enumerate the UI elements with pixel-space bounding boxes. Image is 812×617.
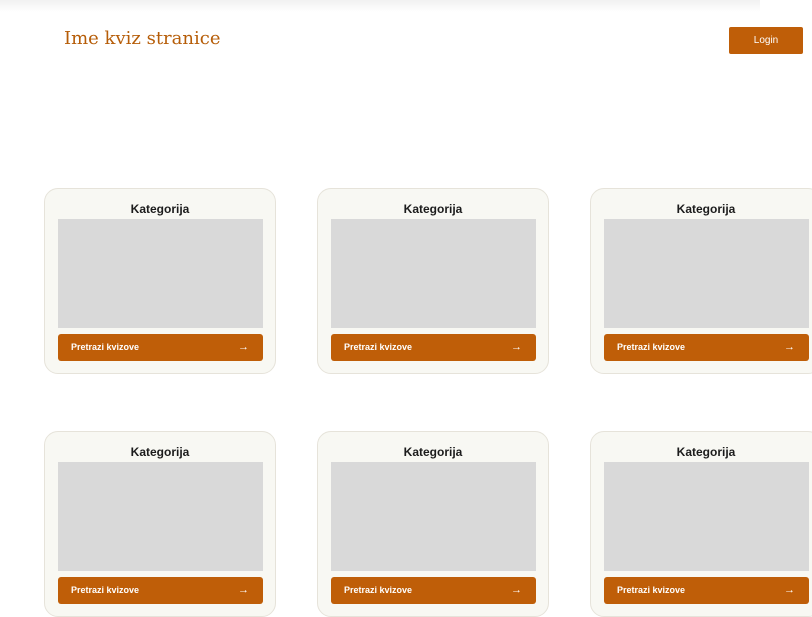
- category-card: Kategorija Pretrazi kvizove →: [44, 188, 276, 374]
- card-title: Kategorija: [676, 445, 736, 459]
- arrow-right-icon: →: [784, 341, 795, 353]
- card-title: Kategorija: [403, 445, 463, 459]
- card-title: Kategorija: [130, 445, 190, 459]
- category-card: Kategorija Pretrazi kvizove →: [317, 188, 549, 374]
- browse-quizzes-button[interactable]: Pretrazi kvizove →: [604, 577, 809, 604]
- browse-quizzes-label: Pretrazi kvizove: [71, 585, 140, 595]
- arrow-right-icon: →: [784, 584, 795, 596]
- browse-quizzes-label: Pretrazi kvizove: [617, 342, 686, 352]
- card-image-placeholder: [58, 219, 263, 328]
- card-title: Kategorija: [403, 202, 463, 216]
- card-title: Kategorija: [676, 202, 736, 216]
- login-button[interactable]: Login: [729, 27, 803, 54]
- card-image-placeholder: [331, 219, 536, 328]
- category-card: Kategorija Pretrazi kvizove →: [590, 188, 812, 374]
- site-title: Ime kviz stranice: [64, 28, 221, 49]
- browse-quizzes-button[interactable]: Pretrazi kvizove →: [331, 577, 536, 604]
- browse-quizzes-label: Pretrazi kvizove: [344, 585, 413, 595]
- browse-quizzes-button[interactable]: Pretrazi kvizove →: [58, 577, 263, 604]
- arrow-right-icon: →: [511, 584, 522, 596]
- category-card: Kategorija Pretrazi kvizove →: [317, 431, 549, 617]
- card-image-placeholder: [58, 462, 263, 571]
- card-image-placeholder: [604, 219, 809, 328]
- browse-quizzes-button[interactable]: Pretrazi kvizove →: [331, 334, 536, 361]
- browse-quizzes-button[interactable]: Pretrazi kvizove →: [604, 334, 809, 361]
- card-image-placeholder: [331, 462, 536, 571]
- card-image-placeholder: [604, 462, 809, 571]
- category-card: Kategorija Pretrazi kvizove →: [590, 431, 812, 617]
- arrow-right-icon: →: [238, 584, 249, 596]
- browse-quizzes-label: Pretrazi kvizove: [617, 585, 686, 595]
- arrow-right-icon: →: [238, 341, 249, 353]
- browse-quizzes-label: Pretrazi kvizove: [344, 342, 413, 352]
- browse-quizzes-label: Pretrazi kvizove: [71, 342, 140, 352]
- card-title: Kategorija: [130, 202, 190, 216]
- category-card: Kategorija Pretrazi kvizove →: [44, 431, 276, 617]
- header: Ime kviz stranice Login: [0, 0, 812, 60]
- browse-quizzes-button[interactable]: Pretrazi kvizove →: [58, 334, 263, 361]
- arrow-right-icon: →: [511, 341, 522, 353]
